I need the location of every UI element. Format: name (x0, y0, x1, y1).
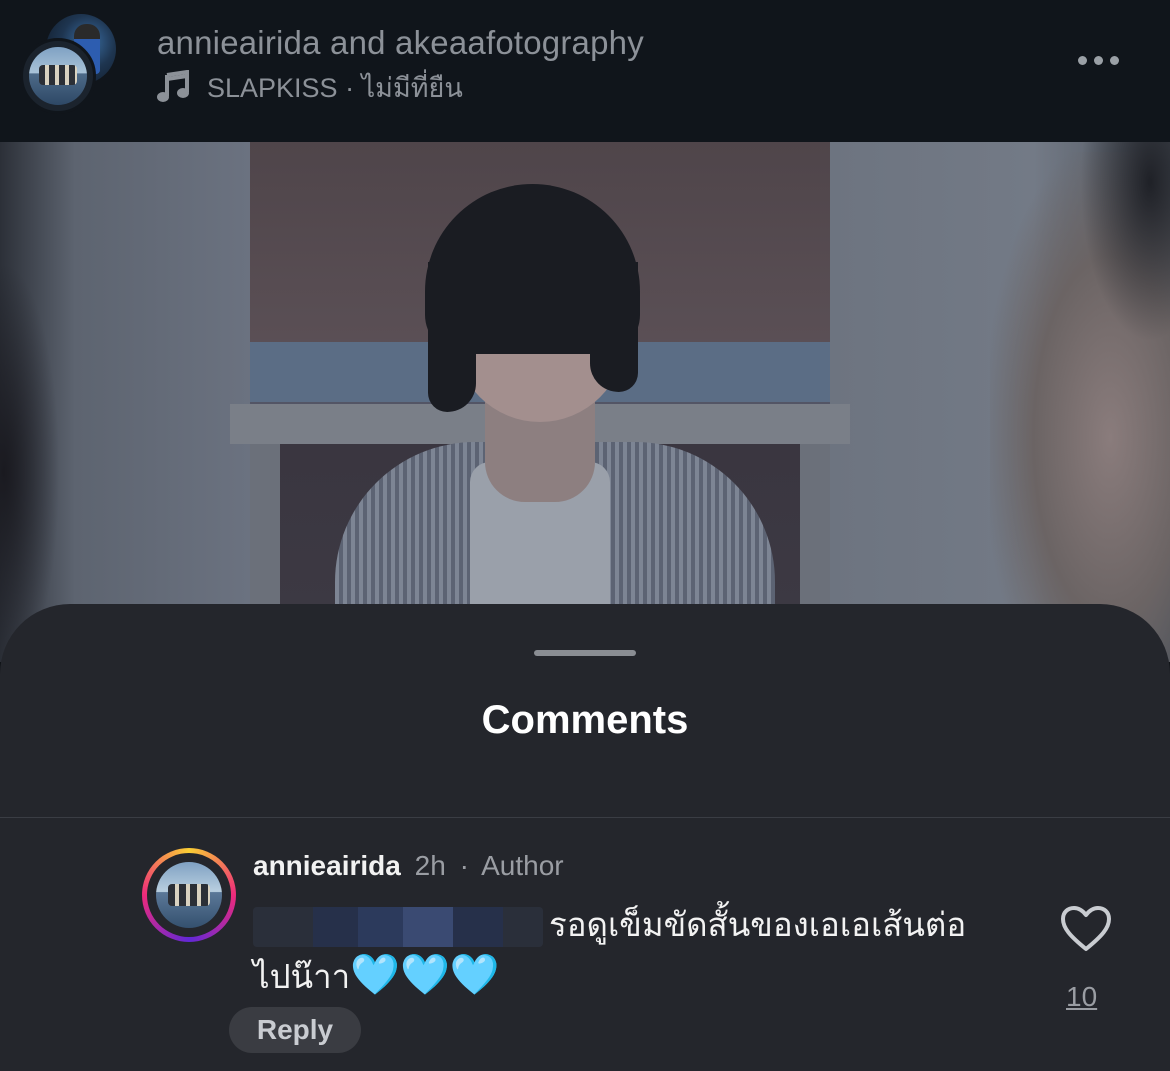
like-count[interactable]: 10 (1066, 981, 1097, 1013)
author-badge: Author (481, 850, 564, 881)
comment-avatar[interactable] (142, 848, 236, 942)
audio-track[interactable]: SLAPKISS · ไม่มีที่ยืน (157, 70, 463, 104)
comment-username[interactable]: annieairida (253, 850, 401, 881)
audio-label: SLAPKISS · ไม่มีที่ยืน (207, 72, 463, 103)
post-authors[interactable]: annieairida and akeaafotography (157, 24, 644, 62)
comment-text-line1: รอดูเข็มขัดสั้นของเอเอเส้นต่อ (549, 906, 967, 943)
music-note-icon (157, 70, 189, 102)
comment-text-line2: ไปน๊าา (253, 958, 351, 995)
sheet-drag-handle[interactable] (534, 650, 636, 656)
comments-title: Comments (481, 698, 689, 742)
redacted-mention (253, 907, 543, 948)
comments-sheet: Comments annieairida 2h · Author รอดูเข็… (0, 604, 1170, 1071)
meta-separator: · (459, 850, 469, 881)
divider (0, 817, 1170, 818)
more-horizontal-icon[interactable] (1078, 52, 1128, 72)
avatar-annieairida[interactable] (20, 38, 96, 114)
heart-outline-icon[interactable] (1060, 905, 1112, 953)
collab-avatars[interactable] (20, 14, 120, 114)
reply-button[interactable]: Reply (229, 1007, 361, 1053)
video-player[interactable] (0, 142, 1170, 662)
light-blue-heart-emoji: 🩵🩵🩵 (350, 953, 500, 997)
post-header: annieairida and akeaafotography SLAPKISS… (0, 0, 1170, 142)
comment-meta: annieairida 2h · Author (253, 850, 564, 882)
comment-time: 2h (414, 850, 446, 881)
comment-text: รอดูเข็มขัดสั้นของเอเอเส้นต่อ ไปน๊าา🩵🩵🩵 (253, 900, 1013, 1002)
